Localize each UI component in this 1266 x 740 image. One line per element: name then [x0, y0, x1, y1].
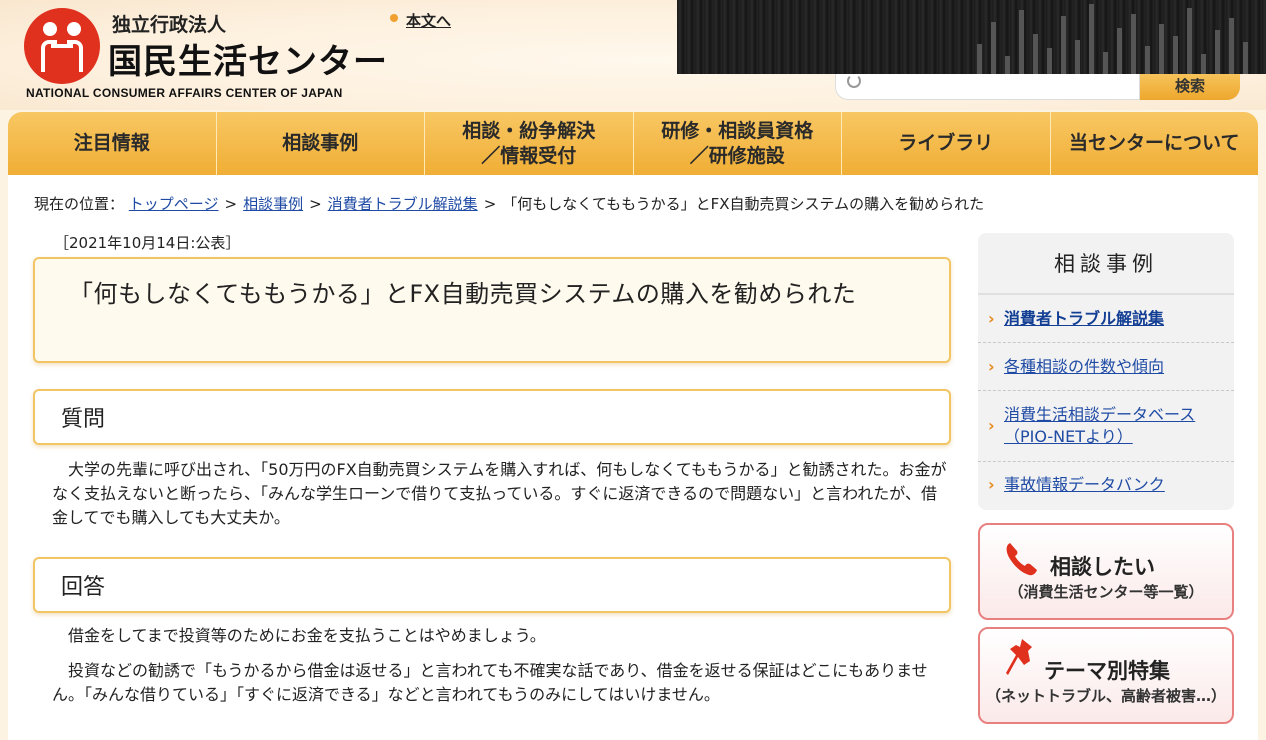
breadcrumb: 現在の位置： トップページ > 相談事例 > 消費者トラブル解説集 > 「何もしなくてももう… — [34, 193, 984, 214]
question-heading: 質問 — [33, 389, 951, 445]
sidebar-item-trouble-guide[interactable]: 消費者トラブル解説集 — [978, 295, 1234, 343]
phone-icon — [1006, 543, 1037, 576]
search-button[interactable]: 検索 — [1140, 74, 1240, 100]
breadcrumb-prefix: 現在の位置： — [34, 195, 125, 213]
banner-bar — [991, 22, 996, 74]
publish-date: ［2021年10月14日:公表］ — [54, 234, 241, 252]
banner-bar — [1159, 24, 1164, 74]
nav-item-library[interactable]: ライブラリ — [842, 112, 1051, 175]
page-title: 「何もしなくてももうかる」とFX自動売買システムの購入を勧められた — [33, 257, 951, 363]
banner-bar — [1047, 48, 1052, 74]
breadcrumb-link-top[interactable]: トップページ — [129, 195, 219, 213]
banner-bar — [1019, 10, 1024, 74]
global-nav: 注目情報 相談事例 相談・紛争解決 ／情報受付 研修・相談員資格 ／研修施設 ラ… — [8, 112, 1258, 175]
nav-item-about[interactable]: 当センターについて — [1051, 112, 1259, 175]
banner-bar — [1145, 46, 1150, 74]
banner-bar — [1131, 14, 1136, 74]
skip-to-content-link[interactable]: 本文へ — [388, 10, 451, 31]
banner-bar — [1033, 34, 1038, 74]
site-header: 独立行政法人 国民生活センター NATIONAL CONSUMER AFFAIR… — [0, 0, 1266, 110]
breadcrumb-current: 「何もしなくてももうかる」とFX自動売買システムの購入を勧められた — [502, 195, 985, 213]
banner-bar — [1215, 30, 1220, 74]
question-text: 大学の先輩に呼び出され、「50万円のFX自動売買システムを購入すれば、何もしなく… — [52, 460, 947, 527]
org-name-en: NATIONAL CONSUMER AFFAIRS CENTER OF JAPA… — [26, 86, 343, 100]
banner-bar — [1075, 40, 1080, 74]
breadcrumb-link-trouble-guide[interactable]: 消費者トラブル解説集 — [328, 195, 478, 213]
nav-item-training[interactable]: 研修・相談員資格 ／研修施設 — [634, 112, 842, 175]
main-content: 現在の位置： トップページ > 相談事例 > 消費者トラブル解説集 > 「何もしなくてももう… — [8, 175, 1258, 740]
banner-bar — [1187, 8, 1192, 74]
banner-bar — [1061, 16, 1066, 74]
breadcrumb-separator: > — [309, 195, 322, 213]
consult-button-label: 相談したい — [1050, 555, 1155, 579]
sidebar-item-statistics[interactable]: 各種相談の件数や傾向 — [978, 343, 1234, 391]
org-name[interactable]: 国民生活センター — [108, 34, 388, 83]
header-banner-image — [677, 0, 1266, 74]
search-input[interactable] — [835, 74, 1140, 100]
breadcrumb-separator: > — [224, 195, 238, 213]
nav-item-featured[interactable]: 注目情報 — [8, 112, 217, 175]
banner-bar — [1173, 36, 1178, 74]
nav-item-consultation[interactable]: 相談・紛争解決 ／情報受付 — [425, 112, 634, 175]
banner-bar — [1201, 54, 1206, 74]
org-type: 独立行政法人 — [112, 14, 227, 36]
banner-bar — [1229, 18, 1234, 74]
consult-button-sub: （消費生活センター等一覧） — [1008, 583, 1204, 601]
theme-feature-label: テーマ別特集 — [1044, 659, 1170, 683]
banner-bar — [1089, 4, 1094, 74]
banner-bar — [1243, 42, 1248, 74]
nav-item-cases[interactable]: 相談事例 — [217, 112, 425, 175]
answer-heading: 回答 — [33, 557, 951, 613]
search-icon — [847, 74, 861, 88]
consult-button[interactable]: 相談したい （消費生活センター等一覧） — [978, 523, 1234, 620]
logo-icon[interactable] — [24, 8, 100, 84]
theme-feature-sub: （ネットトラブル、高齢者被害…） — [985, 687, 1226, 705]
search-form: 検索 — [835, 74, 1245, 100]
sidebar-item-accident-db[interactable]: 事故情報データバンク — [978, 462, 1234, 508]
breadcrumb-separator: > — [483, 195, 497, 213]
banner-bar — [1005, 56, 1010, 74]
banner-bar — [1103, 52, 1108, 74]
banner-bar — [977, 44, 982, 74]
answer-paragraph-2: 投資などの勧誘で「もうかるから借金は返せる」と言われても不確実な話であり、借金を… — [52, 661, 928, 704]
answer-paragraph-1: 借金をしてまで投資等のためにお金を支払うことはやめましょう。 — [68, 626, 546, 645]
banner-bar — [1117, 28, 1122, 74]
breadcrumb-link-cases[interactable]: 相談事例 — [243, 195, 303, 213]
theme-feature-button[interactable]: テーマ別特集 （ネットトラブル、高齢者被害…） — [978, 627, 1234, 724]
sidebar-item-pio-net[interactable]: 消費生活相談データベース （PIO-NETより） — [978, 391, 1234, 462]
sidebar-title: 相談事例 — [978, 233, 1234, 295]
sidebar-menu: 相談事例 消費者トラブル解説集 各種相談の件数や傾向 消費生活相談データベース … — [978, 233, 1234, 510]
pushpin-icon — [1006, 639, 1032, 675]
